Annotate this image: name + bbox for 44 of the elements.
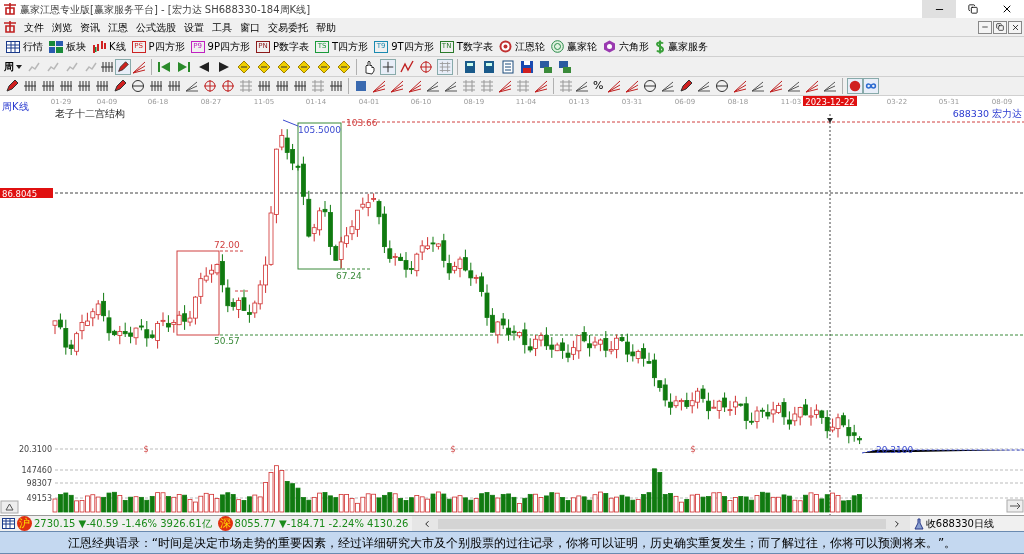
menu-item[interactable]: 浏览 bbox=[48, 19, 76, 35]
symbol-label: 688330 宏力达 bbox=[952, 108, 1022, 119]
toolbar-button[interactable]: 六角形 bbox=[600, 39, 651, 54]
window-title: 赢家江恩专业版[赢家服务平台] - [宏力达 SH688330-184周K线] bbox=[20, 2, 311, 17]
menu-item[interactable]: 文件 bbox=[20, 19, 48, 35]
volume-axis-label: 98307 bbox=[26, 479, 52, 488]
price-label: 67.24 bbox=[336, 271, 362, 281]
price-label: 50.57 bbox=[214, 336, 240, 346]
toolbar-button[interactable]: 赢家轮 bbox=[548, 39, 599, 54]
volume-axis-label: 49153 bbox=[26, 494, 52, 503]
period-label: 周K线 bbox=[2, 101, 29, 112]
menu-item[interactable]: 交易委托 bbox=[264, 19, 312, 35]
status-text: 收688330日线 bbox=[925, 517, 994, 531]
toolbar-button[interactable]: 板块 bbox=[47, 39, 88, 54]
menu-item[interactable]: 江恩 bbox=[104, 19, 132, 35]
price-label: 105.5000 bbox=[298, 125, 341, 135]
dividend-marker: $ bbox=[143, 445, 149, 454]
menu-item[interactable]: 设置 bbox=[180, 19, 208, 35]
index-quote: 2730.15 ▼-40.59 -1.46% 3926.61亿 bbox=[34, 517, 212, 531]
price-label: 72.00 bbox=[214, 240, 240, 250]
price-tag: 86.8045 bbox=[0, 188, 53, 199]
index-badge: 深 bbox=[217, 516, 233, 531]
quote-text: 江恩经典语录：“时间是决定市场走势的重要因素，经过详细研究大市及个别股票的过往记录，你将可以证明，历史确实重复发生；而了解过往，你将可以预测将来。”。 bbox=[67, 534, 957, 552]
menu-item[interactable]: 资讯 bbox=[76, 19, 104, 35]
selected-date-label: 2023-12-22 bbox=[803, 96, 857, 107]
dividend-marker: $ bbox=[450, 445, 456, 454]
index-badge: 沪 bbox=[17, 516, 32, 531]
toolbar-button[interactable]: 赢家服务 bbox=[652, 39, 710, 54]
menu-item[interactable]: 窗口 bbox=[236, 19, 264, 35]
toolbar-button[interactable]: 江恩轮 bbox=[496, 39, 547, 54]
price-label: 103.66 bbox=[346, 118, 378, 128]
chart-title: 老子十二宫结构 bbox=[55, 108, 125, 119]
volume-axis-label: 20.3100 bbox=[18, 445, 52, 454]
index-quote: 8055.77 ▼-184.71 -2.24% 4130.26 bbox=[234, 517, 409, 531]
dividend-marker: $ bbox=[690, 445, 696, 454]
percent-button[interactable]: % bbox=[590, 77, 607, 95]
period-dropdown[interactable]: 周 bbox=[4, 59, 22, 74]
volume-axis-label: 147460 bbox=[21, 466, 52, 475]
toolbar-button[interactable]: K线 bbox=[90, 39, 128, 54]
menu-item[interactable]: 工具 bbox=[208, 19, 236, 35]
menu-item[interactable]: 公式选股 bbox=[132, 19, 180, 35]
menu-item[interactable]: 帮助 bbox=[312, 19, 340, 35]
toolbar-button[interactable]: 行情 bbox=[4, 39, 45, 54]
price-label: 20.3100 bbox=[876, 445, 914, 455]
